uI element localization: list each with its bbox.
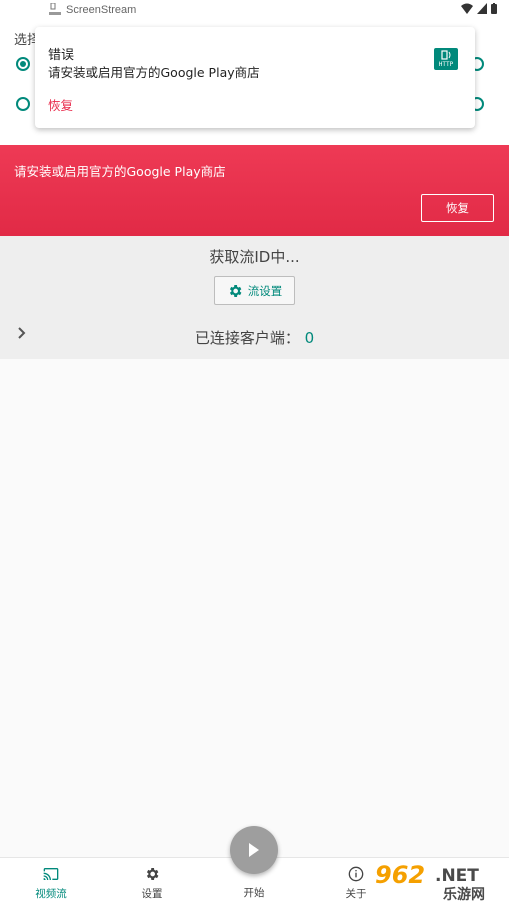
nav-label-settings: 设置 [141, 888, 163, 900]
gear-icon [229, 284, 242, 297]
screenstream-app-icon: HTTP [434, 48, 458, 70]
stream-settings-label: 流设置 [247, 283, 283, 298]
notification-text: 请安装或启用官方的Google Play商店 [48, 65, 260, 80]
restore-button[interactable]: 恢复 [421, 194, 494, 222]
app-icon-text: HTTP [438, 61, 454, 68]
stream-info-panel: 获取流ID中... 流设置 已连接客户端： 0 [0, 236, 509, 359]
radio-option-1[interactable] [16, 57, 30, 71]
error-banner-message: 请安装或启用官方的Google Play商店 [14, 164, 226, 179]
battery-icon [491, 3, 497, 14]
nav-item-settings[interactable]: 设置 [122, 858, 182, 905]
notification-title: 错误 [48, 48, 75, 63]
info-icon [348, 866, 364, 882]
nav-item-stream[interactable]: 视频流 [21, 858, 81, 905]
nav-label-stream: 视频流 [35, 888, 67, 900]
gear-icon [146, 868, 159, 880]
status-bar: ScreenStream [0, 0, 509, 20]
start-button[interactable] [230, 826, 278, 874]
stream-settings-button[interactable]: 流设置 [214, 276, 295, 305]
system-icons [461, 3, 497, 14]
error-banner: 请安装或启用官方的Google Play商店 恢复 [0, 145, 509, 236]
app-notification-icon [49, 2, 61, 16]
svg-text:962: 962 [375, 861, 425, 889]
site-watermark-logo: 962 .NET 乐游网 [371, 860, 503, 903]
signal-icon [477, 3, 487, 14]
connected-clients-count: 0 [304, 329, 315, 347]
stream-status-text: 获取流ID中... [209, 248, 300, 266]
connected-clients: 已连接客户端： 0 [0, 327, 509, 348]
play-icon [249, 843, 259, 857]
notification-restore-action[interactable]: 恢复 [48, 95, 73, 114]
start-button-label: 开始 [243, 887, 265, 899]
svg-text:乐游网: 乐游网 [443, 886, 485, 903]
status-bar-app-title: ScreenStream [66, 4, 137, 16]
cast-icon [43, 868, 59, 880]
error-notification[interactable]: 错误 请安装或启用官方的Google Play商店 恢复 HTTP [35, 27, 475, 128]
connected-clients-label: 已连接客户端： [194, 329, 300, 347]
svg-text:.NET: .NET [435, 866, 479, 886]
radio-option-2[interactable] [16, 97, 30, 111]
wifi-icon [461, 3, 473, 14]
